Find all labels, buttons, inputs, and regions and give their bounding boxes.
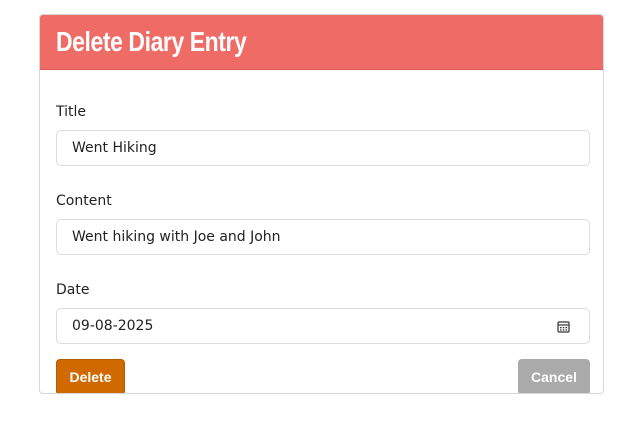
content-label: Content [56, 193, 112, 209]
button-row: Delete Cancel [56, 359, 590, 393]
cancel-button[interactable]: Cancel [518, 359, 590, 393]
date-label: Date [56, 282, 90, 298]
delete-button[interactable]: Delete [56, 359, 125, 393]
title-label: Title [56, 104, 87, 120]
calendar-icon[interactable] [557, 320, 570, 333]
content-field[interactable]: Went hiking with Joe and John [56, 219, 590, 255]
content-value: Went hiking with Joe and John [72, 229, 281, 245]
card-body: Title Went Hiking Content Went hiking wi… [40, 102, 603, 393]
date-value: 09-08-2025 [72, 318, 154, 334]
page-title: Delete Diary Entry [56, 26, 247, 57]
title-value: Went Hiking [72, 140, 157, 156]
title-field[interactable]: Went Hiking [56, 130, 590, 166]
date-field[interactable]: 09-08-2025 [56, 308, 590, 344]
delete-entry-card: Delete Diary Entry Title Went Hiking Con… [39, 14, 604, 394]
card-header: Delete Diary Entry [40, 15, 603, 70]
